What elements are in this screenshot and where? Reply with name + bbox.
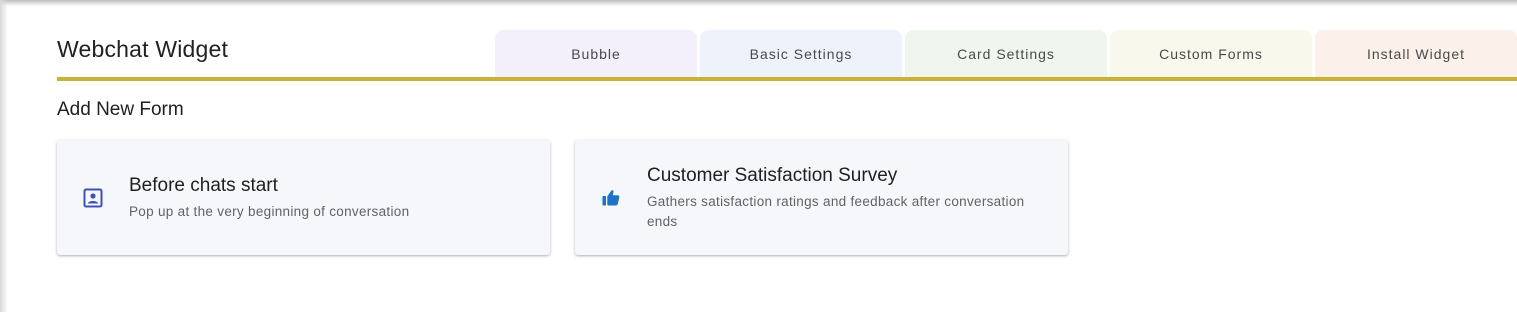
tab-bubble[interactable]: Bubble <box>495 30 697 77</box>
tab-bar: Bubble Basic Settings Card Settings Cust… <box>495 30 1517 77</box>
card-title: Customer Satisfaction Survey <box>647 164 898 186</box>
section-title: Add New Form <box>57 99 184 120</box>
card-description: Gathers satisfaction ratings and feedbac… <box>647 193 1025 229</box>
contact-form-icon <box>83 188 103 208</box>
customer-satisfaction-survey-card[interactable]: Customer Satisfaction Survey Gathers sat… <box>575 140 1068 255</box>
card-title: Before chats start <box>129 174 278 196</box>
tab-basic-settings[interactable]: Basic Settings <box>700 30 902 77</box>
header-divider <box>57 77 1517 81</box>
thumbs-up-icon <box>601 188 621 208</box>
window-top-shadow <box>0 0 1517 6</box>
before-chats-start-card[interactable]: Before chats start Pop up at the very be… <box>57 140 550 255</box>
page-title: Webchat Widget <box>57 36 229 62</box>
tab-install-widget[interactable]: Install Widget <box>1315 30 1517 77</box>
window-left-shadow <box>0 0 8 312</box>
card-description: Pop up at the very beginning of conversa… <box>129 203 410 219</box>
tab-card-settings[interactable]: Card Settings <box>905 30 1107 77</box>
tab-custom-forms[interactable]: Custom Forms <box>1110 30 1312 77</box>
